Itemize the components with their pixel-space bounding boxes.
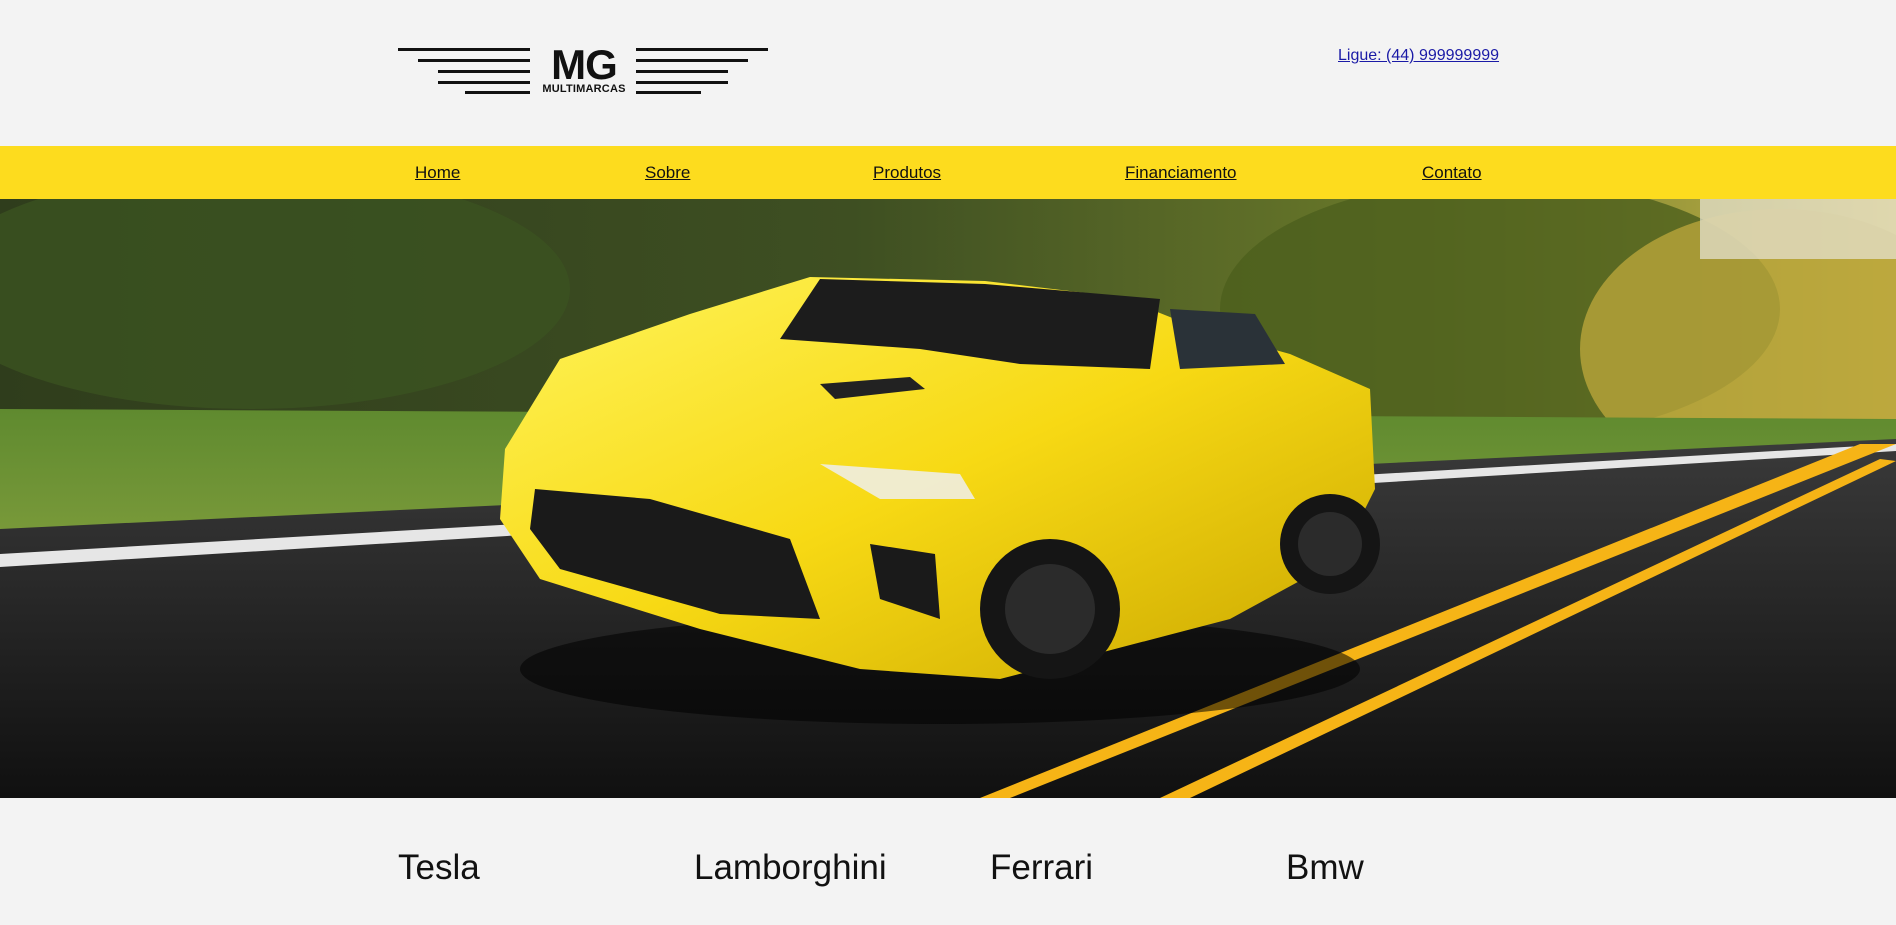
main-nav: Home Sobre Produtos Financiamento Contat… xyxy=(0,146,1896,199)
nav-link-financiamento[interactable]: Financiamento xyxy=(1125,163,1237,183)
hero-banner xyxy=(0,199,1896,798)
phone-link[interactable]: Ligue: (44) 999999999 xyxy=(1338,47,1499,65)
logo-mark: MG xyxy=(551,41,618,88)
brand-tesla: Tesla xyxy=(398,848,480,887)
logo-subtitle: MULTIMARCAS xyxy=(542,83,626,95)
brands-section: Tesla Lamborghini Ferrari Bmw xyxy=(0,798,1896,925)
nav-link-produtos[interactable]: Produtos xyxy=(873,163,941,183)
site-logo[interactable]: MG MULTIMARCAS xyxy=(398,41,770,96)
brand-ferrari: Ferrari xyxy=(990,848,1094,887)
site-header: MG MULTIMARCAS Ligue: (44) 999999999 xyxy=(0,0,1896,146)
nav-link-contato[interactable]: Contato xyxy=(1422,163,1482,183)
nav-link-sobre[interactable]: Sobre xyxy=(645,163,690,183)
brand-bmw: Bmw xyxy=(1286,848,1364,887)
hero-car-image xyxy=(0,199,1896,798)
brand-lamborghini: Lamborghini xyxy=(694,848,887,887)
nav-link-home[interactable]: Home xyxy=(415,163,460,183)
